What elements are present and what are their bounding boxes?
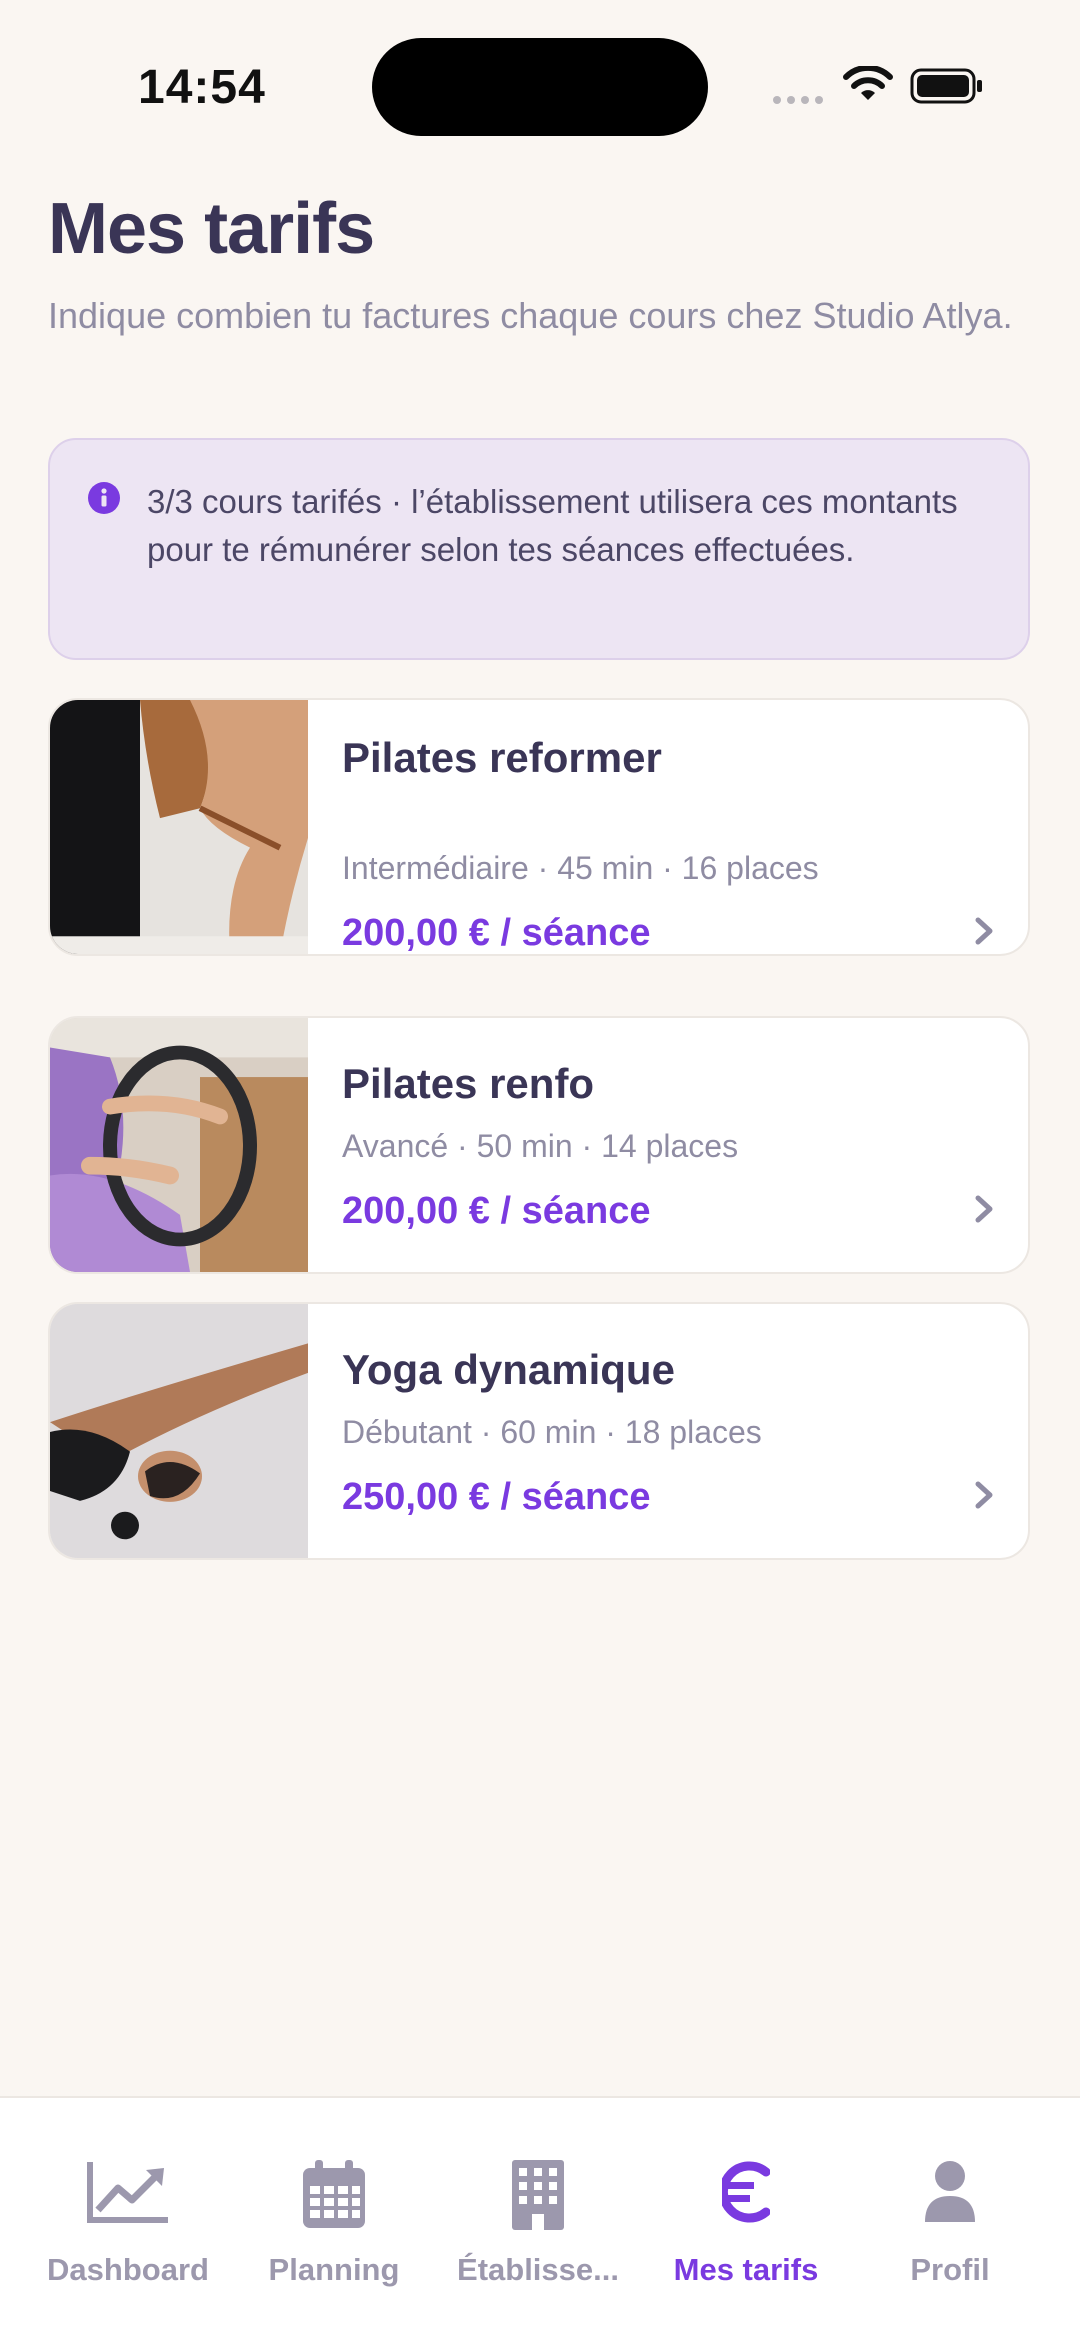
info-icon [88,482,120,514]
page-subtitle: Indique combien tu factures chaque cours… [48,295,1013,336]
tab-label: Planning [268,2252,400,2287]
calendar-icon [303,2160,365,2228]
tab-profil[interactable]: Profil [850,2098,1050,2298]
course-title: Pilates reformer [342,734,662,781]
chevron-right-icon [975,1195,993,1223]
course-price: 250,00 € / séance [342,1476,651,1518]
tab-bar: Dashboard Planning Établisse... Mes tari… [0,2096,1080,2350]
tab-label: Dashboard [47,2252,209,2287]
course-price: 200,00 € / séance [342,912,651,954]
course-card-pilates-reformer[interactable]: Pilates reformer Intermédiaire · 45 min … [48,698,1030,956]
status-time: 14:54 [138,61,266,114]
tab-mes-tarifs[interactable]: Mes tarifs [646,2098,846,2298]
course-title: Pilates renfo [342,1060,595,1107]
tab-label: Mes tarifs [673,2252,819,2287]
course-card-pilates-renfo[interactable]: Pilates renfo Avancé · 50 min · 14 place… [48,1016,1030,1274]
course-title: Yoga dynamique [342,1346,675,1393]
user-icon [925,2161,975,2222]
course-photo [50,1018,308,1272]
dynamic-island [372,38,708,136]
page-title: Mes tarifs [48,189,375,269]
tab-dashboard[interactable]: Dashboard [28,2098,228,2298]
tab-label: Profil [910,2252,990,2287]
course-meta: Avancé · 50 min · 14 places [342,1128,739,1164]
course-card-yoga-dynamique[interactable]: Yoga dynamique Débutant · 60 min · 18 pl… [48,1302,1030,1560]
course-meta: Débutant · 60 min · 18 places [342,1414,762,1450]
tab-planning[interactable]: Planning [234,2098,434,2298]
course-price: 200,00 € / séance [342,1190,651,1232]
chevron-right-icon [975,917,993,945]
building-icon [512,2160,564,2230]
info-text: 3/3 cours tarifés · l’établissement util… [147,483,958,568]
euro-icon [722,2161,770,2223]
info-banner: 3/3 cours tarifés · l’établissement util… [48,438,1030,660]
course-photo [50,1304,308,1558]
cellular-signal-icon [773,96,823,104]
chart-line-icon [87,2162,168,2223]
course-meta: Intermédiaire · 45 min · 16 places [342,850,819,886]
battery-icon [910,68,982,104]
tab-etablissement[interactable]: Établisse... [438,2098,638,2298]
status-bar: 14:54 [0,0,1080,180]
wifi-icon [843,66,893,100]
tab-label: Établisse... [457,2252,619,2287]
chevron-right-icon [975,1481,993,1509]
course-photo [50,700,308,954]
